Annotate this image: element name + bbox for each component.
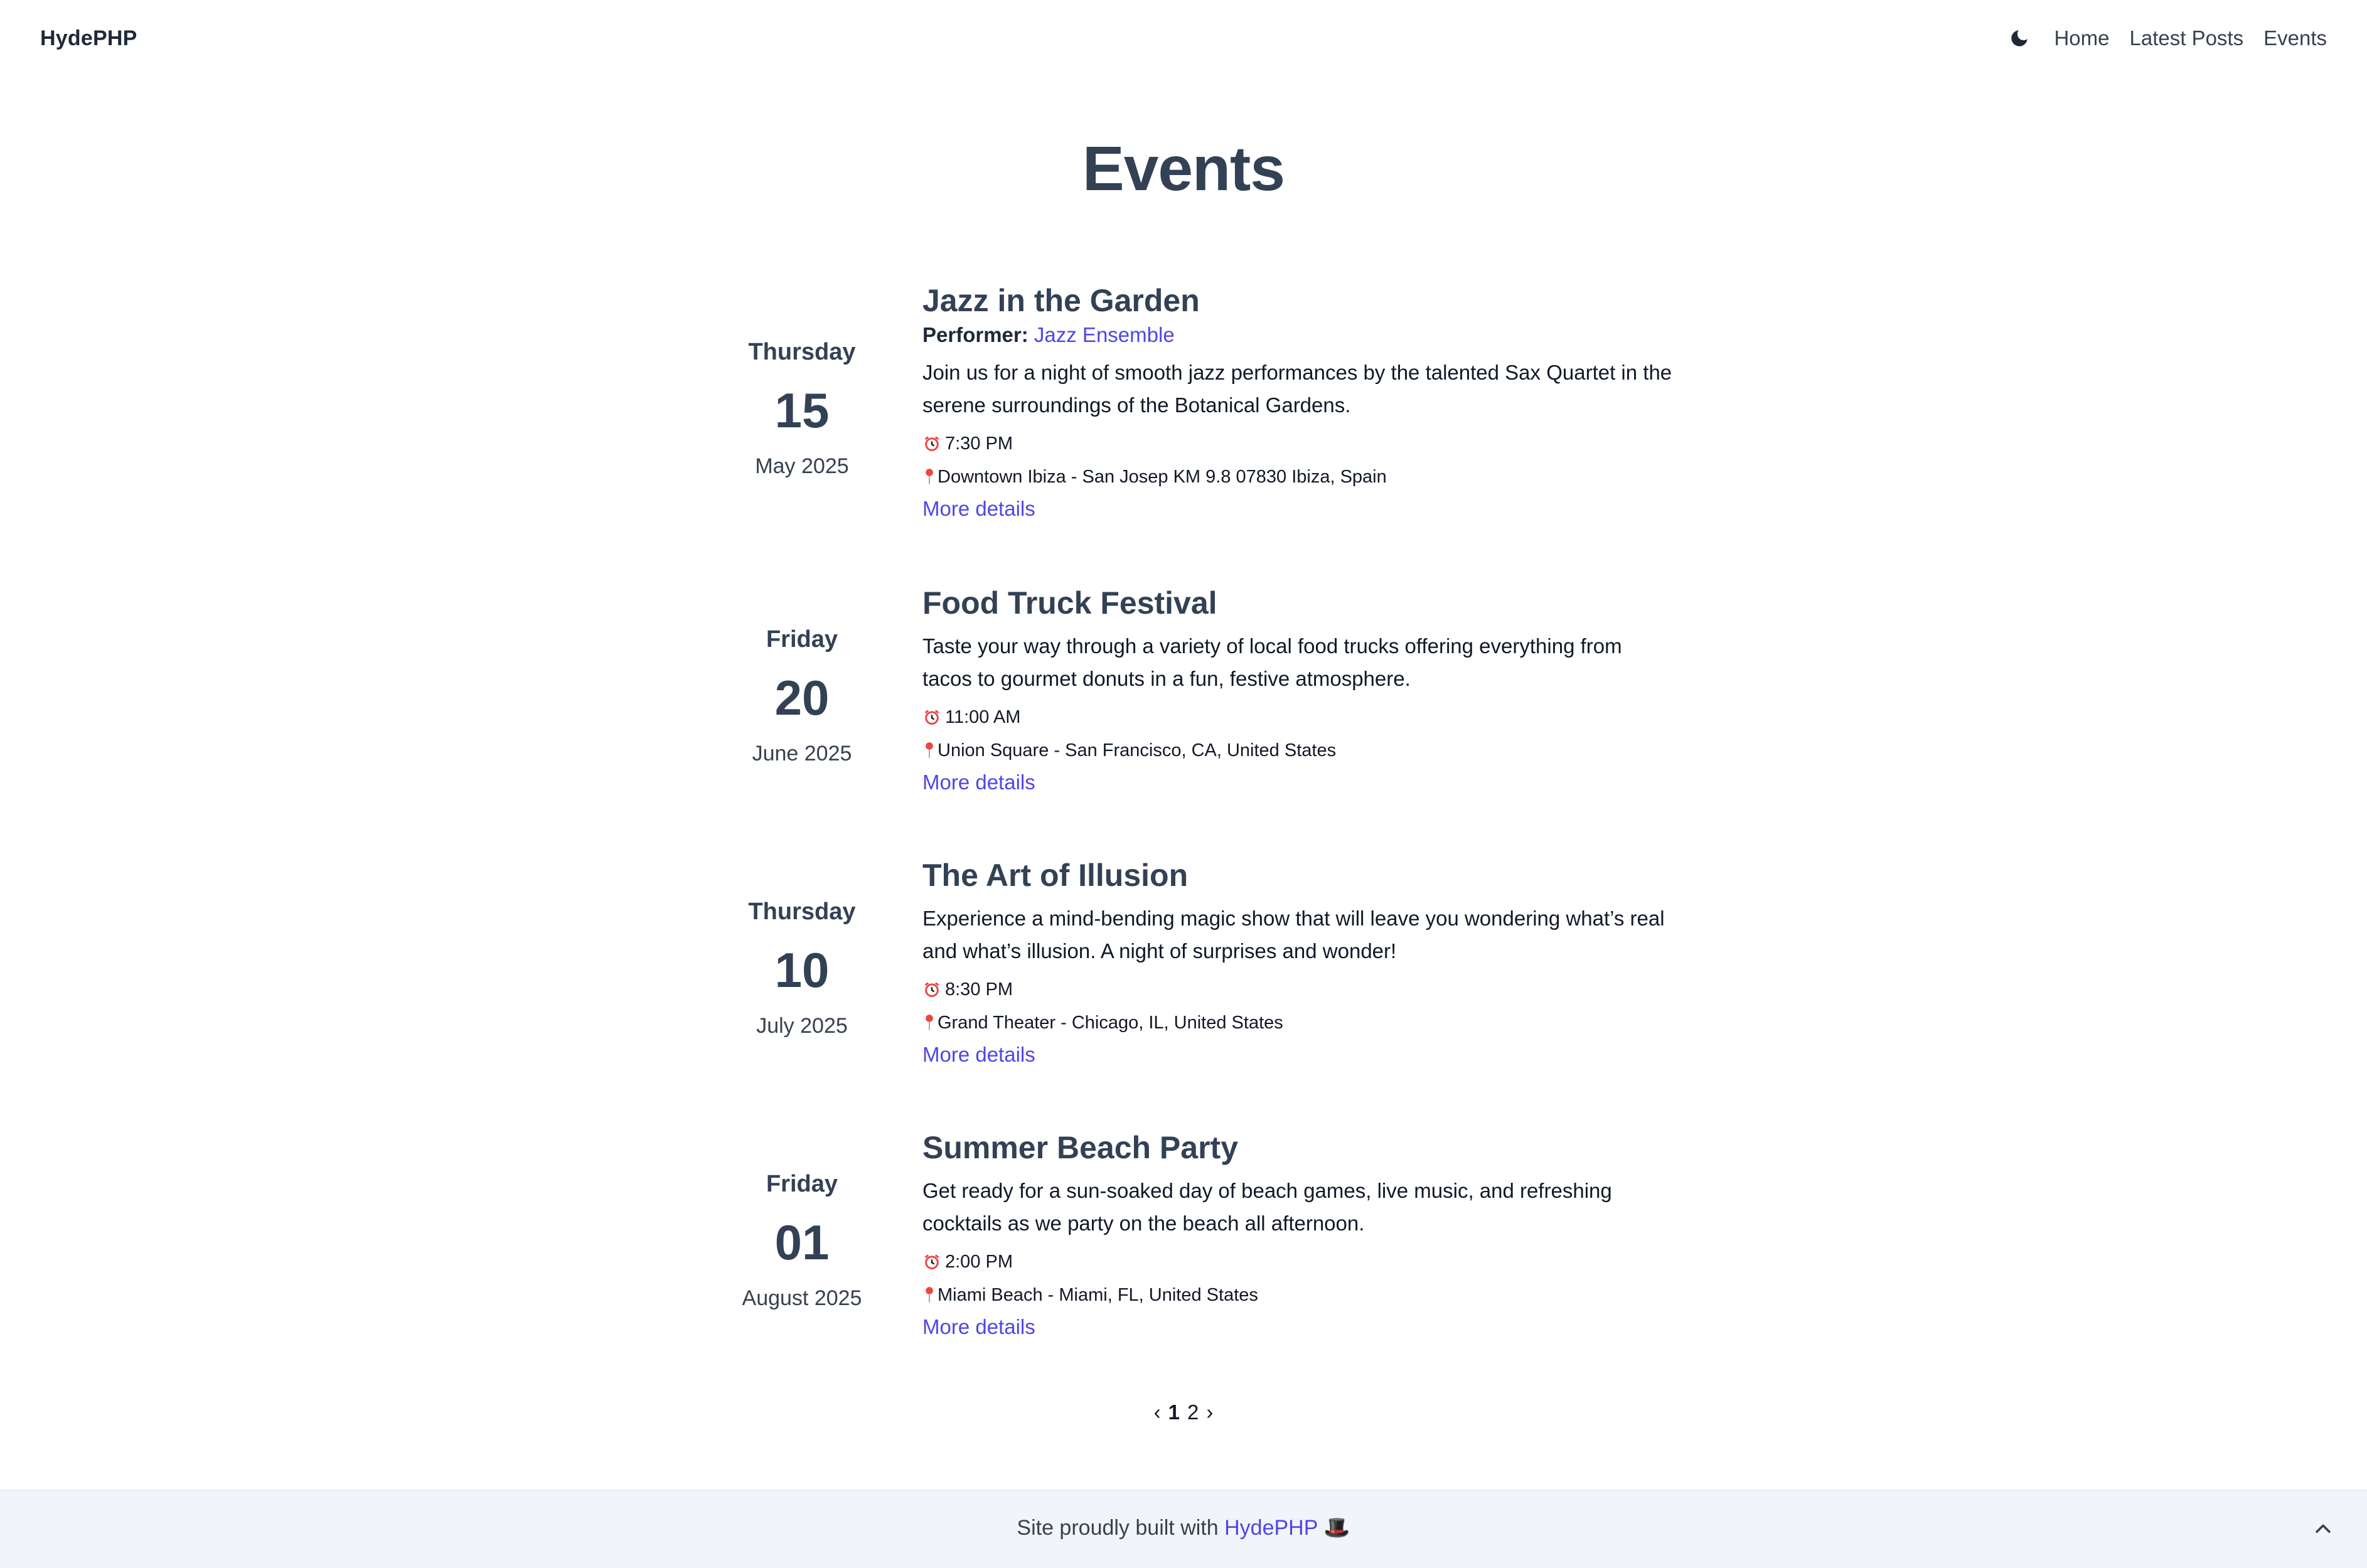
event-date: Friday 20 June 2025 bbox=[715, 624, 889, 766]
event-day: 01 bbox=[774, 1215, 830, 1270]
footer-text: Site proudly built with HydePHP 🎩 bbox=[0, 1515, 2367, 1540]
event-time-text: 2:00 PM bbox=[945, 1252, 1013, 1272]
event-time-text: 8:30 PM bbox=[945, 979, 1013, 1000]
event-title: Jazz in the Garden bbox=[922, 283, 1200, 318]
pin-icon bbox=[922, 1286, 936, 1304]
event-location: Miami Beach - Miami, FL, United States bbox=[922, 1283, 1675, 1308]
more-details-link[interactable]: More details bbox=[922, 497, 1035, 521]
event-time: 2:00 PM bbox=[922, 1249, 1675, 1275]
footer-credit-text: Site proudly built with bbox=[1017, 1516, 1219, 1540]
event-location-text: Grand Theater - Chicago, IL, United Stat… bbox=[938, 1013, 1283, 1033]
nav-latest-posts-link[interactable]: Latest Posts bbox=[2130, 26, 2244, 50]
site-header: HydePHP Home Latest Posts Events bbox=[0, 0, 2367, 80]
event-location: Union Square - San Francisco, CA, United… bbox=[922, 738, 1675, 763]
brand-logo-link[interactable]: HydePHP bbox=[40, 26, 137, 51]
event-description: Experience a mind-bending magic show tha… bbox=[922, 907, 1665, 963]
event-location-text: Miami Beach - Miami, FL, United States bbox=[938, 1285, 1258, 1305]
event-description: Taste your way through a variety of loca… bbox=[922, 634, 1622, 690]
nav-home-link[interactable]: Home bbox=[2054, 26, 2109, 50]
main-nav: Home Latest Posts Events bbox=[2005, 24, 2327, 53]
more-details-link[interactable]: More details bbox=[922, 771, 1035, 794]
back-to-top-button[interactable] bbox=[2307, 1513, 2339, 1545]
more-details-link[interactable]: More details bbox=[922, 1043, 1035, 1067]
event-day: 10 bbox=[774, 942, 830, 998]
pagination-page-2[interactable]: 2 bbox=[1187, 1400, 1199, 1424]
event-details: The Art of Illusion Experience a mind-be… bbox=[922, 856, 1675, 1067]
event-time: 11:00 AM bbox=[922, 704, 1675, 730]
performer-label: Performer: bbox=[922, 323, 1029, 346]
event-title: Summer Beach Party bbox=[922, 1130, 1239, 1165]
event-location: Downtown Ibiza - San Josep KM 9.8 07830 … bbox=[922, 464, 1675, 489]
pin-icon bbox=[922, 741, 936, 760]
more-details-link[interactable]: More details bbox=[922, 1315, 1035, 1339]
event-month-year: June 2025 bbox=[752, 742, 852, 765]
event-weekday: Thursday bbox=[748, 899, 856, 925]
theme-toggle-button[interactable] bbox=[2005, 24, 2034, 53]
event-time-text: 7:30 PM bbox=[945, 434, 1013, 454]
event-details: Summer Beach Party Get ready for a sun-s… bbox=[922, 1128, 1675, 1339]
pagination-page-1: 1 bbox=[1168, 1400, 1180, 1424]
pin-icon bbox=[922, 1013, 936, 1032]
event-location: Grand Theater - Chicago, IL, United Stat… bbox=[922, 1010, 1675, 1035]
alarm-clock-icon bbox=[922, 434, 941, 453]
alarm-clock-icon bbox=[922, 980, 941, 999]
top-hat-icon: 🎩 bbox=[1323, 1516, 1350, 1540]
pagination-next-button[interactable]: › bbox=[1206, 1400, 1213, 1424]
pin-icon bbox=[922, 467, 936, 486]
event-details: Jazz in the Garden Performer: Jazz Ensem… bbox=[922, 281, 1675, 521]
event-weekday: Friday bbox=[766, 1171, 838, 1197]
performer-link[interactable]: Jazz Ensemble bbox=[1034, 323, 1175, 346]
event-title: The Art of Illusion bbox=[922, 858, 1189, 893]
event-date: Thursday 15 May 2025 bbox=[715, 336, 889, 479]
page-title: Events bbox=[1082, 134, 1285, 204]
event-title: Food Truck Festival bbox=[922, 585, 1217, 621]
event-performer: Performer: Jazz Ensemble bbox=[922, 321, 1675, 349]
event-month-year: July 2025 bbox=[756, 1014, 848, 1038]
event-day: 15 bbox=[774, 383, 830, 438]
event-location-text: Downtown Ibiza - San Josep KM 9.8 07830 … bbox=[938, 467, 1387, 487]
event-description: Get ready for a sun-soaked day of beach … bbox=[922, 1179, 1612, 1235]
event-time-text: 11:00 AM bbox=[945, 707, 1021, 727]
event-location-text: Union Square - San Francisco, CA, United… bbox=[938, 740, 1337, 760]
event-month-year: May 2025 bbox=[755, 454, 849, 478]
chevron-up-icon bbox=[2316, 1524, 2331, 1533]
moon-icon bbox=[2011, 30, 2028, 46]
event-time: 7:30 PM bbox=[922, 430, 1675, 457]
pagination-prev-button[interactable]: ‹ bbox=[1154, 1400, 1161, 1424]
nav-events-link[interactable]: Events bbox=[2263, 26, 2327, 50]
event-date: Thursday 10 July 2025 bbox=[715, 896, 889, 1038]
event-description: Join us for a night of smooth jazz perfo… bbox=[922, 361, 1672, 417]
event-day: 20 bbox=[774, 670, 830, 725]
site-footer: Site proudly built with HydePHP 🎩 bbox=[0, 1490, 2367, 1568]
event-details: Food Truck Festival Taste your way throu… bbox=[922, 584, 1675, 794]
event-month-year: August 2025 bbox=[742, 1286, 862, 1310]
alarm-clock-icon bbox=[922, 1252, 941, 1271]
event-weekday: Friday bbox=[766, 626, 838, 653]
alarm-clock-icon bbox=[922, 708, 941, 727]
pagination: ‹ 1 2 › bbox=[0, 1400, 2367, 1424]
event-date: Friday 01 August 2025 bbox=[715, 1168, 889, 1311]
footer-hydephp-link[interactable]: HydePHP bbox=[1224, 1516, 1318, 1540]
event-weekday: Thursday bbox=[748, 339, 856, 365]
event-time: 8:30 PM bbox=[922, 976, 1675, 1003]
